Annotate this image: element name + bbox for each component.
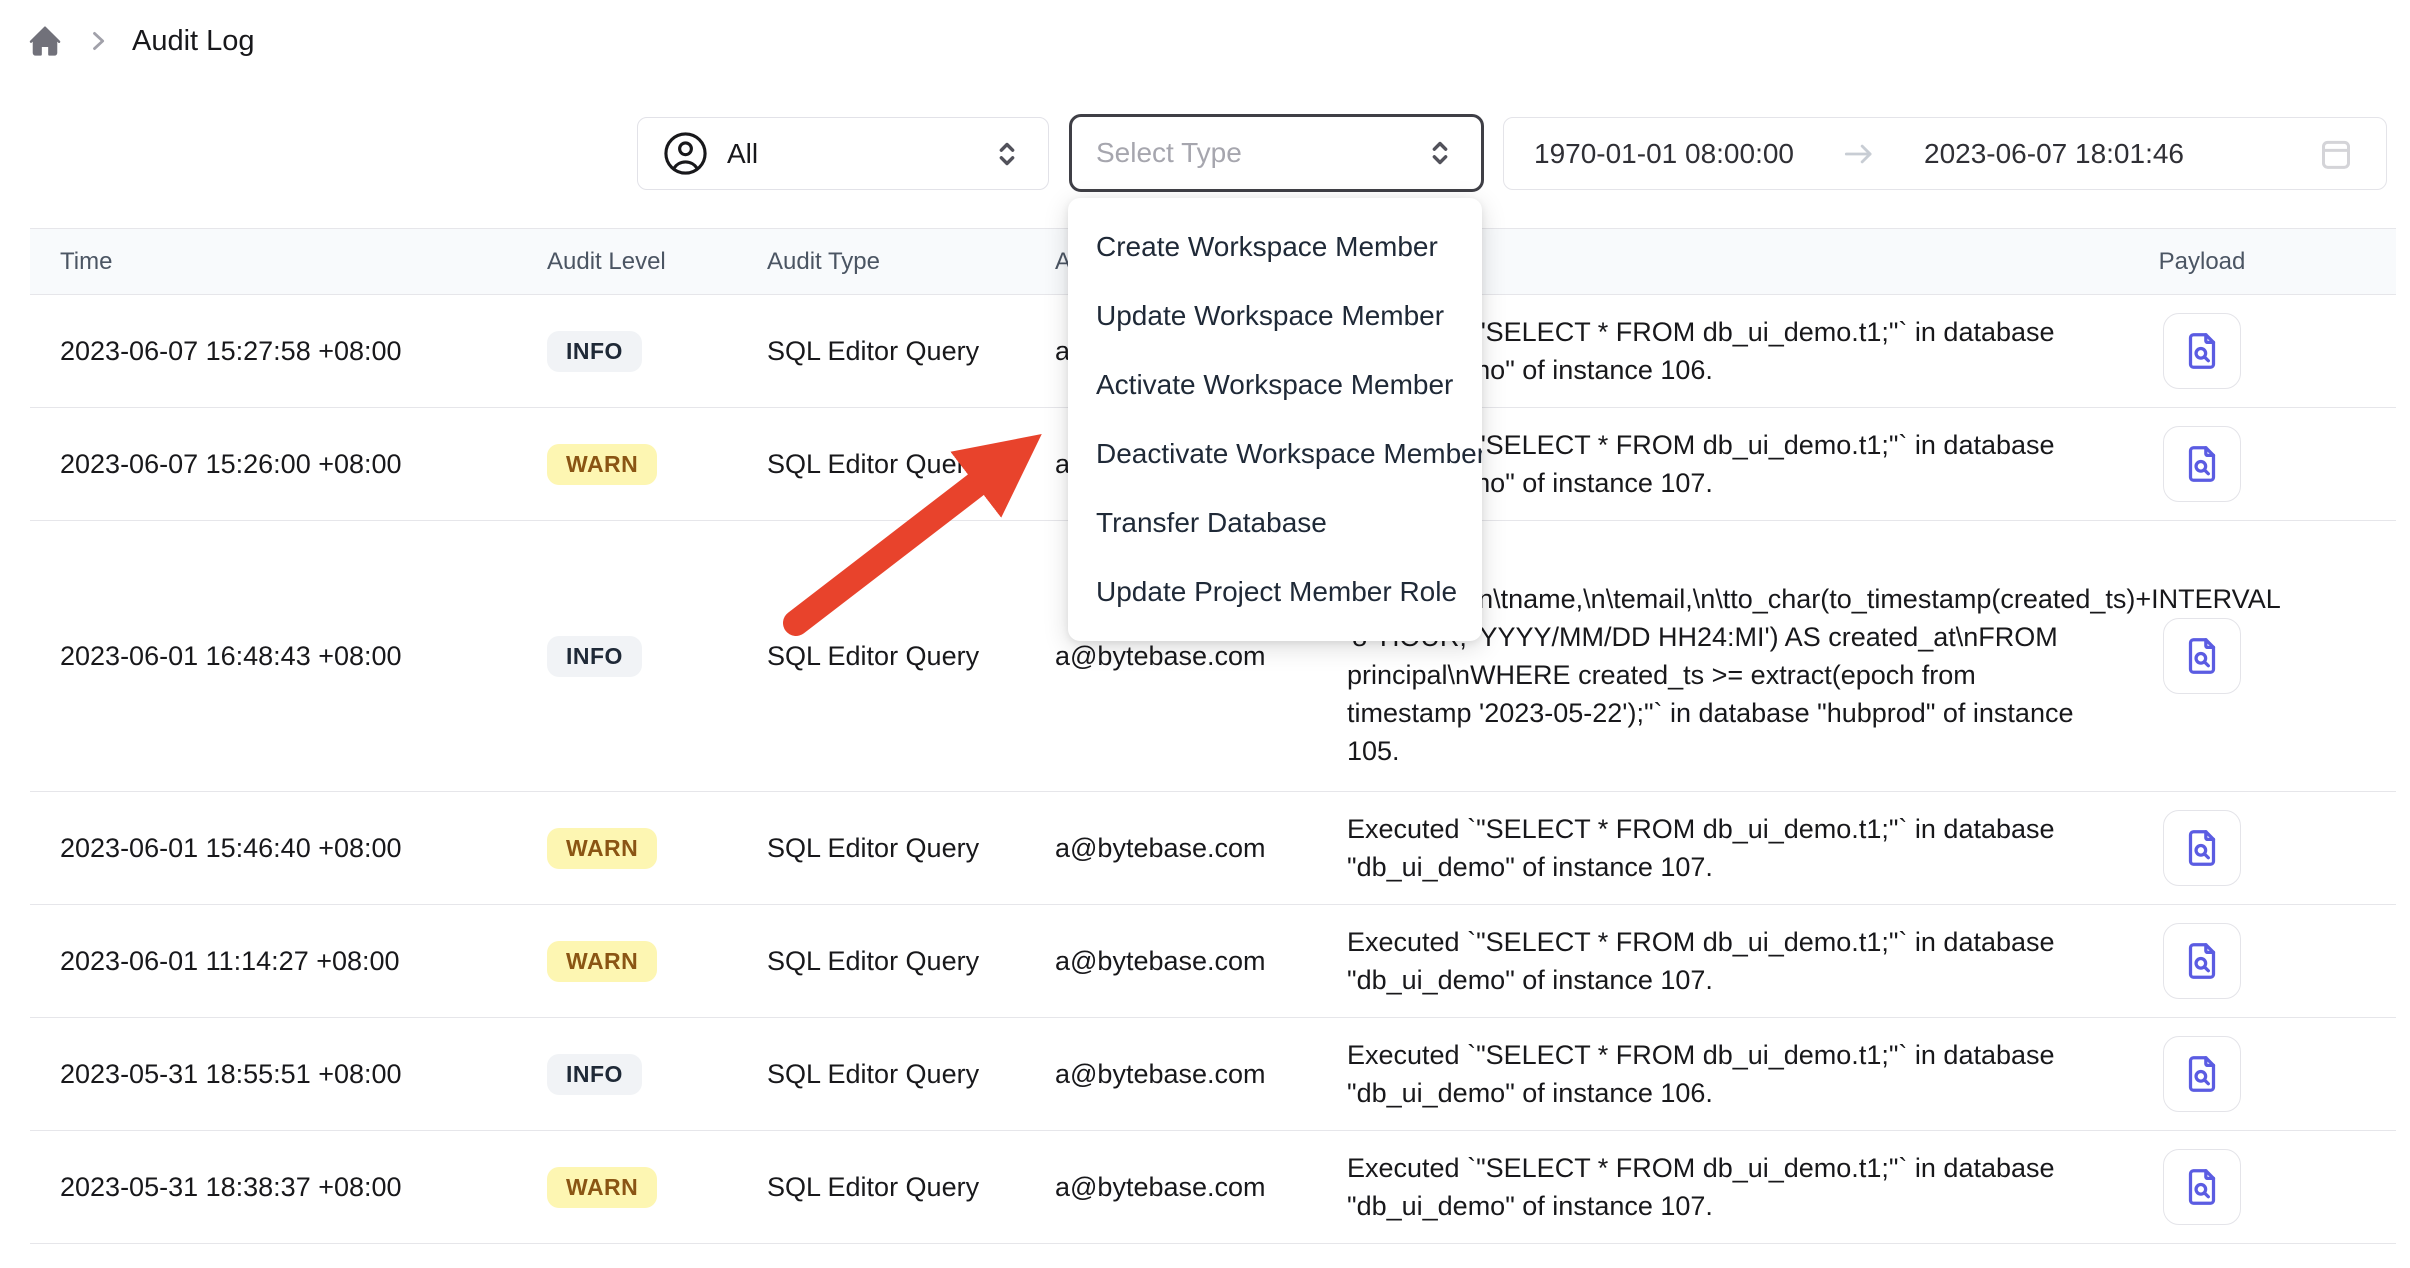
cell-time: 2023-05-31 18:55:51 +08:00 (30, 1059, 520, 1090)
menu-item[interactable]: Activate Workspace Member (1068, 350, 1482, 419)
chevrons-up-down-icon (990, 137, 1024, 171)
cell-actor: a@bytebase.com (1037, 641, 1327, 672)
audit-level-select[interactable]: All (637, 117, 1049, 190)
table-row: 2023-05-31 18:55:51 +08:00 INFO SQL Edit… (30, 1018, 2396, 1131)
file-search-icon (2179, 1051, 2225, 1097)
audit-level-badge: WARN (547, 828, 657, 869)
date-range-end[interactable]: 2023-06-07 18:01:46 (1924, 138, 2184, 170)
cell-audit-type: SQL Editor Query (742, 336, 1037, 367)
cell-time: 2023-06-07 15:26:00 +08:00 (30, 449, 520, 480)
file-search-icon (2179, 938, 2225, 984)
audit-level-badge: INFO (547, 331, 642, 372)
cell-time: 2023-06-01 16:48:43 +08:00 (30, 641, 520, 672)
audit-level-select-value: All (727, 138, 758, 170)
file-search-icon (2179, 441, 2225, 487)
audit-level-badge: WARN (547, 444, 657, 485)
cell-comment: Executed `"SELECT * FROM db_ui_demo.t1;"… (1327, 810, 2092, 886)
col-header-level: Audit Level (520, 248, 742, 276)
cell-time: 2023-06-07 15:27:58 +08:00 (30, 336, 520, 367)
view-payload-button[interactable] (2163, 426, 2241, 502)
audit-level-badge: WARN (547, 1167, 657, 1208)
cell-actor: a@bytebase.com (1037, 833, 1327, 864)
date-range-start[interactable]: 1970-01-01 08:00:00 (1534, 138, 1794, 170)
table-row: 2023-06-01 11:14:27 +08:00 WARN SQL Edit… (30, 905, 2396, 1018)
calendar-icon (2316, 134, 2356, 174)
audit-type-select-placeholder: Select Type (1096, 137, 1242, 169)
arrow-right-icon (1840, 135, 1878, 173)
file-search-icon (2179, 1164, 2225, 1210)
view-payload-button[interactable] (2163, 1149, 2241, 1225)
file-search-icon (2179, 825, 2225, 871)
audit-level-badge: INFO (547, 1054, 642, 1095)
cell-time: 2023-06-01 11:14:27 +08:00 (30, 946, 520, 977)
menu-item[interactable]: Transfer Database (1068, 488, 1482, 557)
audit-level-badge: INFO (547, 636, 642, 677)
table-row: 2023-06-01 15:46:40 +08:00 WARN SQL Edit… (30, 792, 2396, 905)
audit-type-dropdown-menu: Create Workspace Member Update Workspace… (1068, 198, 1482, 641)
view-payload-button[interactable] (2163, 810, 2241, 886)
cell-time: 2023-06-01 15:46:40 +08:00 (30, 833, 520, 864)
user-circle-icon (662, 130, 709, 177)
menu-item[interactable]: Deactivate Workspace Member (1068, 419, 1482, 488)
breadcrumb: Audit Log (26, 22, 255, 60)
file-search-icon (2179, 633, 2225, 679)
cell-actor: a@bytebase.com (1037, 1059, 1327, 1090)
cell-comment: Executed `"SELECT * FROM db_ui_demo.t1;"… (1327, 1036, 2092, 1112)
col-header-type: Audit Type (742, 248, 1037, 276)
date-range-picker[interactable]: 1970-01-01 08:00:00 2023-06-07 18:01:46 (1503, 117, 2387, 190)
cell-audit-type: SQL Editor Query (742, 641, 1037, 672)
cell-audit-type: SQL Editor Query (742, 833, 1037, 864)
table-row: 2023-05-31 18:38:37 +08:00 WARN SQL Edit… (30, 1131, 2396, 1244)
cell-audit-type: SQL Editor Query (742, 1172, 1037, 1203)
file-search-icon (2179, 328, 2225, 374)
cell-audit-type: SQL Editor Query (742, 1059, 1037, 1090)
cell-audit-type: SQL Editor Query (742, 449, 1037, 480)
view-payload-button[interactable] (2163, 1036, 2241, 1112)
cell-audit-type: SQL Editor Query (742, 946, 1037, 977)
view-payload-button[interactable] (2163, 923, 2241, 999)
page-title: Audit Log (132, 25, 255, 58)
cell-actor: a@bytebase.com (1037, 1172, 1327, 1203)
menu-item[interactable]: Create Workspace Member (1068, 212, 1482, 281)
cell-comment: Executed `"SELECT * FROM db_ui_demo.t1;"… (1327, 1149, 2092, 1225)
cell-comment: Executed `"SELECT * FROM db_ui_demo.t1;"… (1327, 923, 2092, 999)
view-payload-button[interactable] (2163, 313, 2241, 389)
chevron-right-icon (84, 27, 112, 55)
cell-actor: a@bytebase.com (1037, 946, 1327, 977)
audit-level-badge: WARN (547, 941, 657, 982)
col-header-payload: Payload (2117, 248, 2287, 276)
home-icon[interactable] (26, 22, 64, 60)
cell-time: 2023-05-31 18:38:37 +08:00 (30, 1172, 520, 1203)
chevrons-up-down-icon (1423, 136, 1457, 170)
menu-item[interactable]: Update Workspace Member (1068, 281, 1482, 350)
view-payload-button[interactable] (2163, 618, 2241, 694)
col-header-time: Time (30, 248, 520, 276)
audit-type-select[interactable]: Select Type (1069, 114, 1484, 192)
menu-item[interactable]: Update Project Member Role (1068, 557, 1482, 626)
